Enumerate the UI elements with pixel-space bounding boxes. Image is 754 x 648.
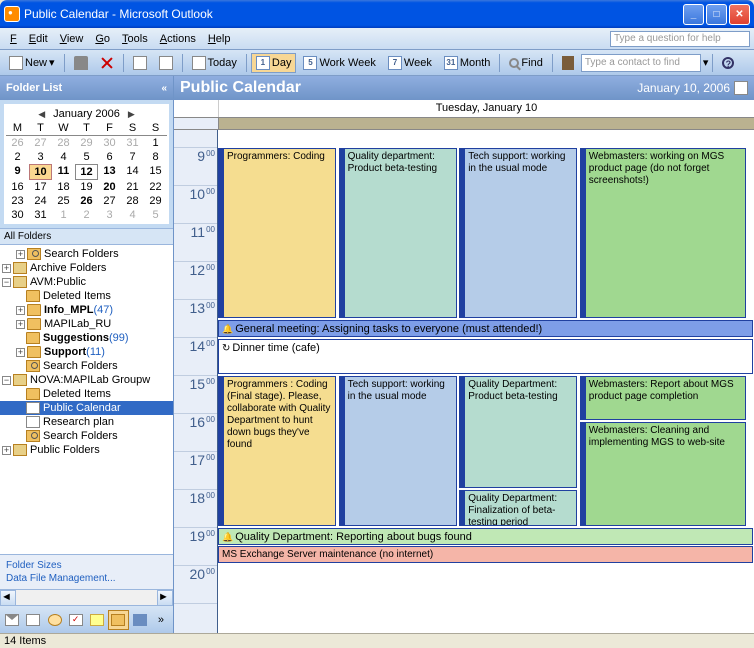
status-bar: 14 Items [0,633,754,648]
tree-nova-mapilab[interactable]: −NOVA:MAPILab Groupw [0,373,173,387]
day-column[interactable]: Programmers: Coding Quality department: … [218,130,754,633]
folder-sizes-link[interactable]: Folder Sizes [6,559,167,572]
cal-icon2-button[interactable] [154,53,178,73]
appt-web-3[interactable]: Webmasters: Cleaning and implementing MG… [580,422,746,526]
tree-search-folders-2[interactable]: Search Folders [0,359,173,373]
tree-info-mpl[interactable]: +Info_MPL (47) [0,303,173,317]
tree-public-folders[interactable]: +Public Folders [0,443,173,457]
data-file-mgmt-link[interactable]: Data File Management... [6,572,167,585]
appt-qd-report[interactable]: 🔔Quality Department: Reporting about bug… [218,528,753,545]
tree-deleted-items-2[interactable]: Deleted Items [0,387,173,401]
print-button[interactable] [69,53,93,73]
help-button[interactable]: ? [717,53,739,73]
appt-web-2[interactable]: Webmasters: Report about MGS product pag… [580,376,746,420]
tree-public-calendar[interactable]: Public Calendar [0,401,173,415]
appt-quality-1[interactable]: Quality department: Product beta-testing [339,148,457,318]
appt-tech-1[interactable]: Tech support: working in the usual mode [459,148,577,318]
tree-mapilab-ru[interactable]: +MAPILab_RU [0,317,173,331]
calendar-view: Public Calendar January 10, 2006 Tuesday… [174,76,754,633]
day-header: Tuesday, January 10 [174,100,754,118]
nav-tasks-button[interactable] [66,610,86,630]
appt-general-meeting[interactable]: 🔔General meeting: Assigning tasks to eve… [218,320,753,337]
folder-links: Folder Sizes Data File Management... [0,554,173,589]
all-day-row[interactable] [174,118,754,130]
folder-tree: +Search Folders +Archive Folders −AVM:Pu… [0,245,173,554]
menu-file[interactable]: F [4,31,23,47]
month-label[interactable]: January 2006 [53,108,120,120]
tree-suggestions[interactable]: Suggestions (99) [0,331,173,345]
appt-ms-exchange[interactable]: MS Exchange Server maintenance (no inter… [218,546,753,563]
calendar-days[interactable]: 2627282930311 2345678 9101112131415 1617… [6,136,167,222]
day-view-button[interactable]: 1Day [251,53,297,73]
day-of-week-header: MTWTFSS [6,122,167,136]
outlook-icon [4,6,20,22]
appt-web-1[interactable]: Webmasters: working on MGS product page … [580,148,746,318]
menu-help[interactable]: Help [202,31,237,47]
next-month-button[interactable]: ▶ [128,109,135,120]
tree-support[interactable]: +Support (11) [0,345,173,359]
appt-programmers-2[interactable]: Programmers : Coding (Final stage). Plea… [218,376,336,526]
tree-search-folders[interactable]: +Search Folders [0,247,173,261]
tree-deleted-items[interactable]: Deleted Items [0,289,173,303]
tree-archive-folders[interactable]: +Archive Folders [0,261,173,275]
folder-hscroll[interactable]: ◄► [0,589,173,605]
folder-list-panel: Folder List« ◀ January 2006 ▶ MTWTFSS 26… [0,76,174,633]
calendar-header: Public Calendar January 10, 2006 [174,76,754,100]
time-grid[interactable]: 900 1000 1100 1200 1300 1400 1500 1600 1… [174,130,754,633]
calendar-icon [734,81,748,95]
week-view-button[interactable]: 7Week [383,53,437,73]
month-view-button[interactable]: 31Month [439,53,496,73]
address-book-button[interactable] [557,53,579,73]
folder-list-header: Folder List« [0,76,173,100]
tree-avm-public[interactable]: −AVM:Public [0,275,173,289]
menu-actions[interactable]: Actions [154,31,202,47]
appt-programmers-1[interactable]: Programmers: Coding [218,148,336,318]
date-navigator: ◀ January 2006 ▶ MTWTFSS 2627282930311 2… [4,104,169,224]
nav-notes-button[interactable] [87,610,107,630]
title-bar: Public Calendar - Microsoft Outlook _ □ … [0,0,754,28]
minimize-button[interactable]: _ [683,4,704,25]
maximize-button[interactable]: □ [706,4,727,25]
contact-search-input[interactable] [581,54,701,72]
today-button[interactable]: Today [187,53,242,73]
menu-bar: F Edit View Go Tools Actions Help [0,28,754,50]
window-title: Public Calendar - Microsoft Outlook [24,7,683,21]
nav-folder-list-button[interactable] [108,610,128,630]
cal-icon-button[interactable] [128,53,152,73]
nav-calendar-button[interactable] [23,610,43,630]
new-button[interactable]: New ▾ [4,53,60,73]
prev-month-button[interactable]: ◀ [38,109,45,120]
appt-dinner[interactable]: ↻Dinner time (cafe) [218,339,753,374]
workweek-view-button[interactable]: 5Work Week [298,53,380,73]
item-count: 14 Items [4,635,46,647]
menu-edit[interactable]: Edit [23,31,54,47]
all-folders-header: All Folders [0,228,173,245]
time-gutter: 900 1000 1100 1200 1300 1400 1500 1600 1… [174,130,218,633]
collapse-icon[interactable]: « [161,83,167,94]
find-button[interactable]: Find [504,53,547,73]
nav-configure-button[interactable]: » [151,610,171,630]
tree-search-folders-3[interactable]: Search Folders [0,429,173,443]
close-button[interactable]: ✕ [729,4,750,25]
appt-quality-2[interactable]: Quality Department: Product beta-testing [459,376,577,488]
delete-button[interactable] [95,53,119,73]
tree-research-plan[interactable]: Research plan [0,415,173,429]
nav-contacts-button[interactable] [45,610,65,630]
nav-strip: » [0,605,173,633]
appt-quality-3[interactable]: Quality Department: Finalization of beta… [459,490,577,526]
toolbar: New ▾ Today 1Day 5Work Week 7Week 31Mont… [0,50,754,76]
menu-go[interactable]: Go [89,31,116,47]
menu-view[interactable]: View [54,31,90,47]
nav-mail-button[interactable] [2,610,22,630]
menu-tools[interactable]: Tools [116,31,154,47]
help-search-input[interactable] [610,31,750,47]
nav-shortcuts-button[interactable] [130,610,150,630]
appt-tech-2[interactable]: Tech support: working in the usual mode [339,376,457,526]
